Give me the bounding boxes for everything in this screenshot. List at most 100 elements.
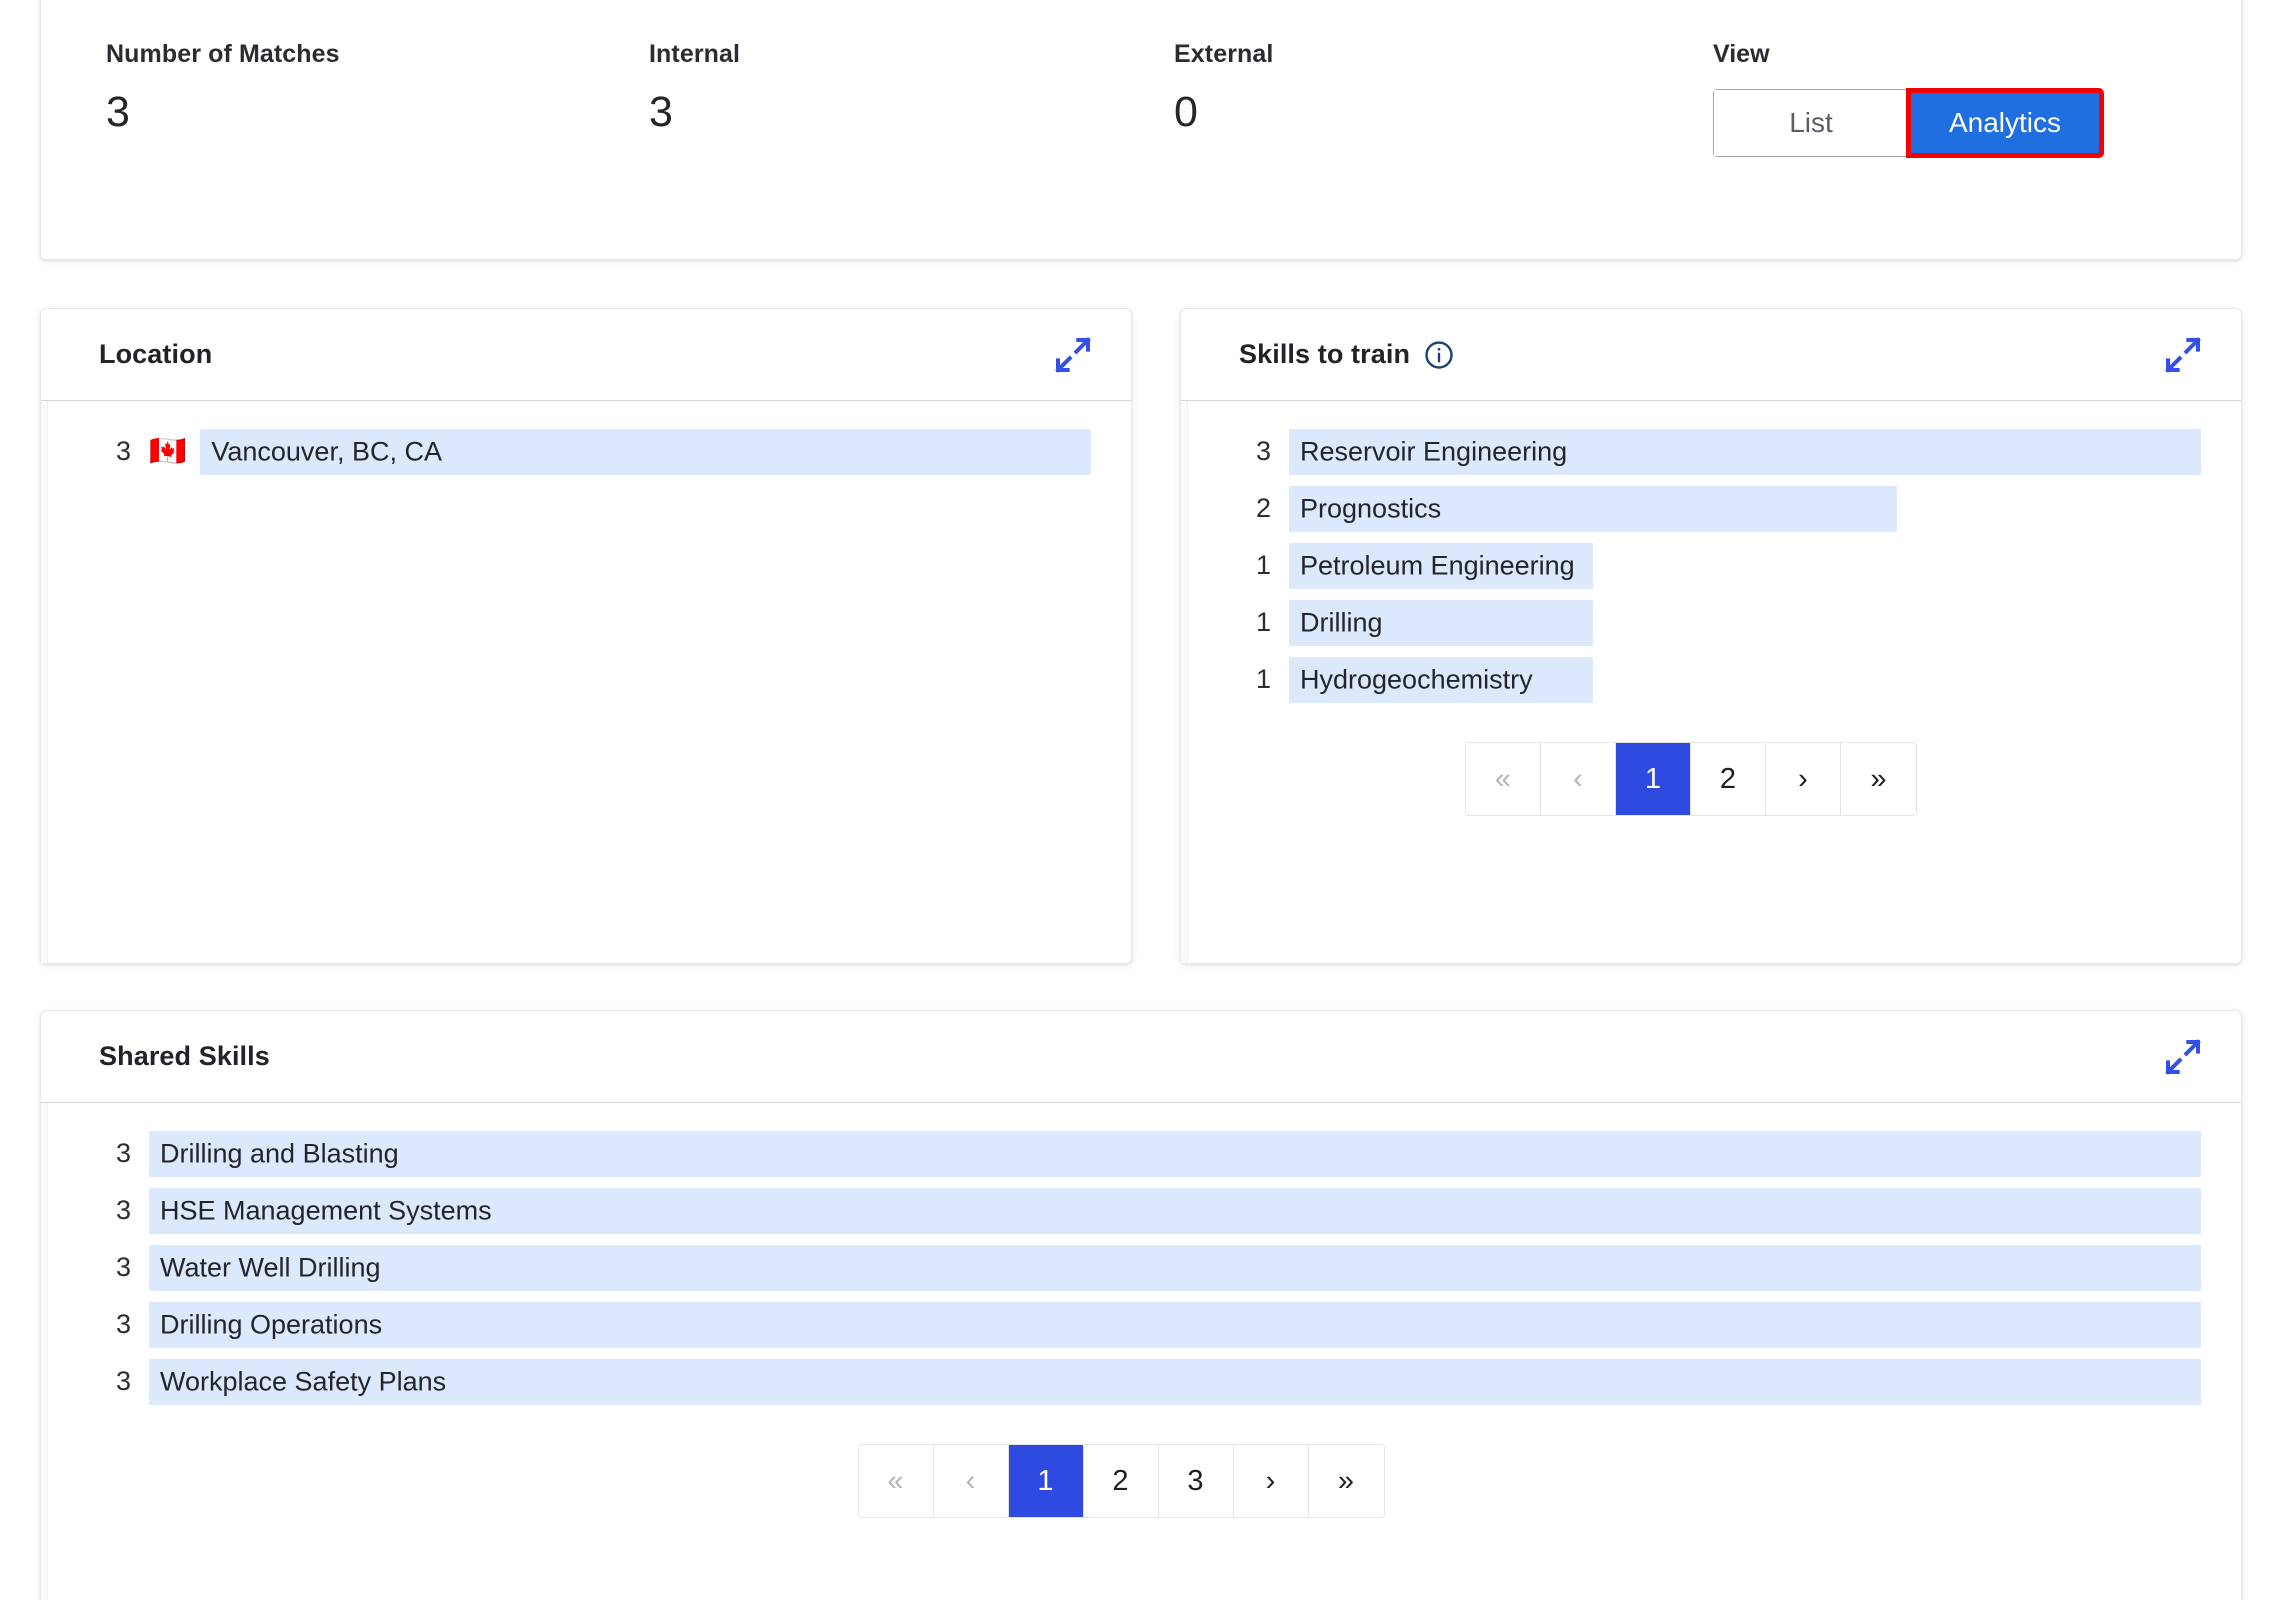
- bar-fill: [149, 1301, 2201, 1348]
- shared-skills-card-header: Shared Skills: [41, 1011, 2241, 1103]
- bar-track: Water Well Drilling: [149, 1244, 2201, 1291]
- pagination-next-button[interactable]: ›: [1233, 1445, 1309, 1517]
- pagination-page-1[interactable]: 1: [1008, 1445, 1084, 1517]
- analytics-page: Number of Matches 3 Internal 3 External …: [0, 0, 2282, 1600]
- pagination-page-1[interactable]: 1: [1616, 743, 1691, 815]
- bar-label: Vancouver, BC, CA: [211, 436, 442, 466]
- bar-count: 3: [115, 436, 131, 466]
- scrollbar-track[interactable]: [1181, 401, 1188, 963]
- skills-to-train-card-header: Skills to train: [1181, 309, 2241, 401]
- bar-track: Drilling Operations: [149, 1301, 2201, 1348]
- metric-value: 3: [649, 88, 673, 136]
- bar-label: Reservoir Engineering: [1300, 436, 1568, 466]
- pagination-first-button[interactable]: «: [1466, 743, 1541, 815]
- panel-title: Location: [99, 339, 213, 369]
- list-item[interactable]: 3 Workplace Safety Plans: [41, 1353, 2201, 1410]
- view-switcher: View List Analytics: [1713, 40, 2104, 158]
- bar-count: 3: [1255, 436, 1271, 466]
- list-item[interactable]: 3 🇨🇦 Vancouver, BC, CA: [41, 423, 1091, 480]
- list-item[interactable]: 3 Drilling and Blasting: [41, 1125, 2201, 1182]
- bar-label: Prognostics: [1300, 493, 1442, 523]
- bar-track: Reservoir Engineering: [1289, 428, 2201, 475]
- skills-to-train-card: Skills to train 3 Reservoir Engineering …: [1180, 308, 2242, 964]
- info-icon[interactable]: [1424, 340, 1454, 370]
- metric-value: 0: [1174, 88, 1198, 136]
- list-item[interactable]: 2 Prognostics: [1181, 480, 2201, 537]
- panel-title: Shared Skills: [99, 1041, 270, 1071]
- bar-count: 1: [1255, 550, 1271, 580]
- view-toggle-analytics[interactable]: Analytics: [1906, 88, 2104, 158]
- expand-icon[interactable]: [2163, 1037, 2203, 1077]
- bar-track: Vancouver, BC, CA: [200, 428, 1091, 475]
- scrollbar-track[interactable]: [41, 401, 48, 963]
- bar-count: 2: [1255, 493, 1271, 523]
- bar-label: Petroleum Engineering: [1300, 550, 1575, 580]
- expand-icon[interactable]: [2163, 335, 2203, 375]
- list-item[interactable]: 3 HSE Management Systems: [41, 1182, 2201, 1239]
- bar-count: 1: [1255, 664, 1271, 694]
- bar-label: Water Well Drilling: [160, 1252, 381, 1282]
- shared-skills-pagination: « ‹ 1 2 3 › »: [41, 1444, 2201, 1518]
- scrollbar-track[interactable]: [41, 1103, 48, 1600]
- list-item[interactable]: 3 Water Well Drilling: [41, 1239, 2201, 1296]
- list-item[interactable]: 1 Hydrogeochemistry: [1181, 651, 2201, 708]
- bar-label: Drilling Operations: [160, 1309, 383, 1339]
- shared-skills-card: Shared Skills 3 Drilling and Blasting 3 …: [40, 1010, 2242, 1600]
- metric-label: Internal: [649, 40, 741, 68]
- bar-label: Workplace Safety Plans: [160, 1366, 447, 1396]
- pagination-prev-button[interactable]: ‹: [933, 1445, 1009, 1517]
- location-card-body: 3 🇨🇦 Vancouver, BC, CA: [41, 401, 1131, 963]
- bar-track: Workplace Safety Plans: [149, 1358, 2201, 1405]
- bar-count: 3: [115, 1252, 131, 1282]
- pagination-page-2[interactable]: 2: [1691, 743, 1766, 815]
- expand-icon[interactable]: [1053, 335, 1093, 375]
- metric-value: 3: [106, 88, 130, 136]
- shared-skills-bar-list: 3 Drilling and Blasting 3 HSE Management…: [41, 1125, 2201, 1410]
- location-card-header: Location: [41, 309, 1131, 401]
- bar-track: HSE Management Systems: [149, 1187, 2201, 1234]
- view-toggle-list[interactable]: List: [1714, 90, 1908, 156]
- bar-label: Drilling and Blasting: [160, 1138, 399, 1168]
- bar-count: 1: [1255, 607, 1271, 637]
- location-card: Location 3 🇨🇦 Vancouver, BC, CA: [40, 308, 1132, 964]
- location-bar-list: 3 🇨🇦 Vancouver, BC, CA: [41, 423, 1091, 480]
- bar-track: Petroleum Engineering: [1289, 542, 2201, 589]
- bar-label: HSE Management Systems: [160, 1195, 492, 1225]
- view-toggle-group: List Analytics: [1713, 88, 2104, 158]
- pagination-last-button[interactable]: »: [1308, 1445, 1384, 1517]
- flag-icon-canada: 🇨🇦: [149, 434, 187, 468]
- bar-label: Drilling: [1300, 607, 1383, 637]
- view-label: View: [1713, 40, 1770, 68]
- bar-fill: [149, 1358, 2201, 1405]
- metric-label: External: [1174, 40, 1274, 68]
- skills-to-train-card-body: 3 Reservoir Engineering 2 Prognostics 1: [1181, 401, 2241, 963]
- list-item[interactable]: 3 Drilling Operations: [41, 1296, 2201, 1353]
- metric-number-of-matches: Number of Matches 3: [106, 40, 340, 134]
- pagination-page-2[interactable]: 2: [1083, 1445, 1159, 1517]
- list-item[interactable]: 1 Drilling: [1181, 594, 2201, 651]
- bar-track: Hydrogeochemistry: [1289, 656, 2201, 703]
- pagination-prev-button[interactable]: ‹: [1541, 743, 1616, 815]
- metric-label: Number of Matches: [106, 40, 340, 68]
- skills-to-train-bar-list: 3 Reservoir Engineering 2 Prognostics 1: [1181, 423, 2201, 708]
- metric-external: External 0: [1174, 40, 1273, 134]
- list-item[interactable]: 3 Reservoir Engineering: [1181, 423, 2201, 480]
- bar-count: 3: [115, 1195, 131, 1225]
- bar-count: 3: [115, 1309, 131, 1339]
- bar-label: Hydrogeochemistry: [1300, 664, 1533, 694]
- bar-fill: [149, 1244, 2201, 1291]
- bar-count: 3: [115, 1366, 131, 1396]
- pagination-first-button[interactable]: «: [858, 1445, 934, 1517]
- list-item[interactable]: 1 Petroleum Engineering: [1181, 537, 2201, 594]
- shared-skills-card-body: 3 Drilling and Blasting 3 HSE Management…: [41, 1103, 2241, 1600]
- bar-fill: [149, 1130, 2201, 1177]
- bar-track: Prognostics: [1289, 485, 2201, 532]
- summary-card: Number of Matches 3 Internal 3 External …: [40, 0, 2242, 260]
- panel-title: Skills to train: [1239, 339, 1411, 369]
- pagination-next-button[interactable]: ›: [1766, 743, 1841, 815]
- bar-track: Drilling and Blasting: [149, 1130, 2201, 1177]
- metric-internal: Internal 3: [649, 40, 740, 134]
- pagination-page-3[interactable]: 3: [1158, 1445, 1234, 1517]
- bar-track: Drilling: [1289, 599, 2201, 646]
- pagination-last-button[interactable]: »: [1841, 743, 1916, 815]
